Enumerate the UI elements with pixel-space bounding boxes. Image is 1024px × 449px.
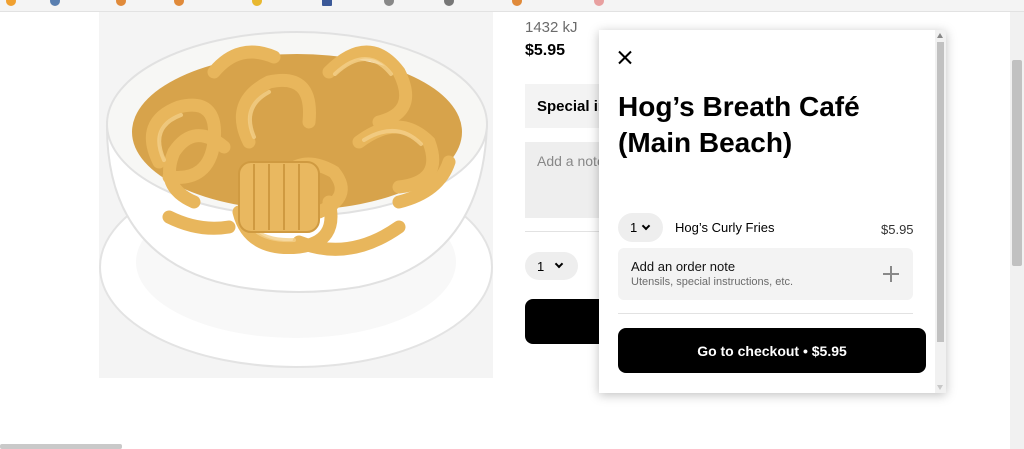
bookmark-icon (594, 0, 604, 6)
divider (618, 313, 913, 314)
horizontal-scrollbar-thumb[interactable] (0, 444, 122, 449)
bookmark-icon (444, 0, 454, 6)
cart-item-quantity: 1 (630, 220, 638, 235)
bookmark-item[interactable] (6, 0, 16, 8)
store-name: Hog’s Breath Café (Main Beach) (618, 91, 860, 158)
checkout-button[interactable]: Go to checkout • $5.95 (618, 328, 926, 373)
cart-item-quantity-select[interactable]: 1 (618, 213, 663, 242)
bookmark-icon (384, 0, 394, 6)
product-price: $5.95 (525, 42, 566, 59)
chevron-down-icon (554, 259, 564, 269)
cart-item-name: Hog’s Curly Fries (675, 220, 775, 235)
plus-icon (883, 266, 899, 282)
bookmark-item[interactable] (252, 0, 262, 8)
bookmark-item[interactable] (384, 0, 394, 8)
cart-item-price: $5.95 (881, 222, 914, 237)
scroll-down-arrow-icon[interactable] (937, 385, 943, 390)
bookmark-item[interactable] (50, 0, 60, 8)
cart-panel: Hog’s Breath Café (Main Beach) 1 Hog’s C… (599, 30, 946, 393)
bookmark-icon (50, 0, 60, 6)
product-quantity-select[interactable]: 1 (525, 252, 578, 280)
divider (525, 231, 605, 232)
bookmark-icon (322, 0, 332, 6)
curly-fries-photo (99, 12, 493, 378)
bookmark-icon (252, 0, 262, 6)
bookmark-icon (512, 0, 522, 6)
page-scrollbar-thumb[interactable] (1012, 60, 1022, 266)
bookmark-item[interactable] (594, 0, 604, 8)
bookmark-icon (6, 0, 16, 6)
bookmark-item[interactable] (444, 0, 454, 8)
product-quantity-value: 1 (537, 258, 545, 274)
window-close-icon[interactable] (990, 0, 1002, 6)
bookmark-icon (116, 0, 126, 6)
bookmark-item[interactable] (322, 0, 332, 8)
add-order-note-button[interactable]: Add an order note Utensils, special inst… (618, 248, 913, 300)
product-energy: 1432 kJ (525, 19, 578, 36)
bookmark-item[interactable] (512, 0, 522, 8)
cart-scrollbar-thumb[interactable] (937, 42, 944, 342)
bookmark-item[interactable] (116, 0, 126, 8)
bookmarks-bar (0, 0, 1024, 12)
bookmark-item[interactable] (174, 0, 184, 8)
cart-scrollbar[interactable] (935, 30, 946, 393)
chevron-down-icon (641, 221, 651, 230)
bookmark-icon (174, 0, 184, 6)
close-icon[interactable] (614, 47, 636, 69)
extension-icon[interactable] (750, 0, 762, 6)
scroll-up-arrow-icon[interactable] (937, 33, 943, 38)
page-scrollbar[interactable] (1010, 12, 1024, 449)
order-note-subtitle: Utensils, special instructions, etc. (631, 276, 794, 288)
order-note-title: Add an order note (631, 259, 736, 274)
product-image (99, 12, 493, 378)
